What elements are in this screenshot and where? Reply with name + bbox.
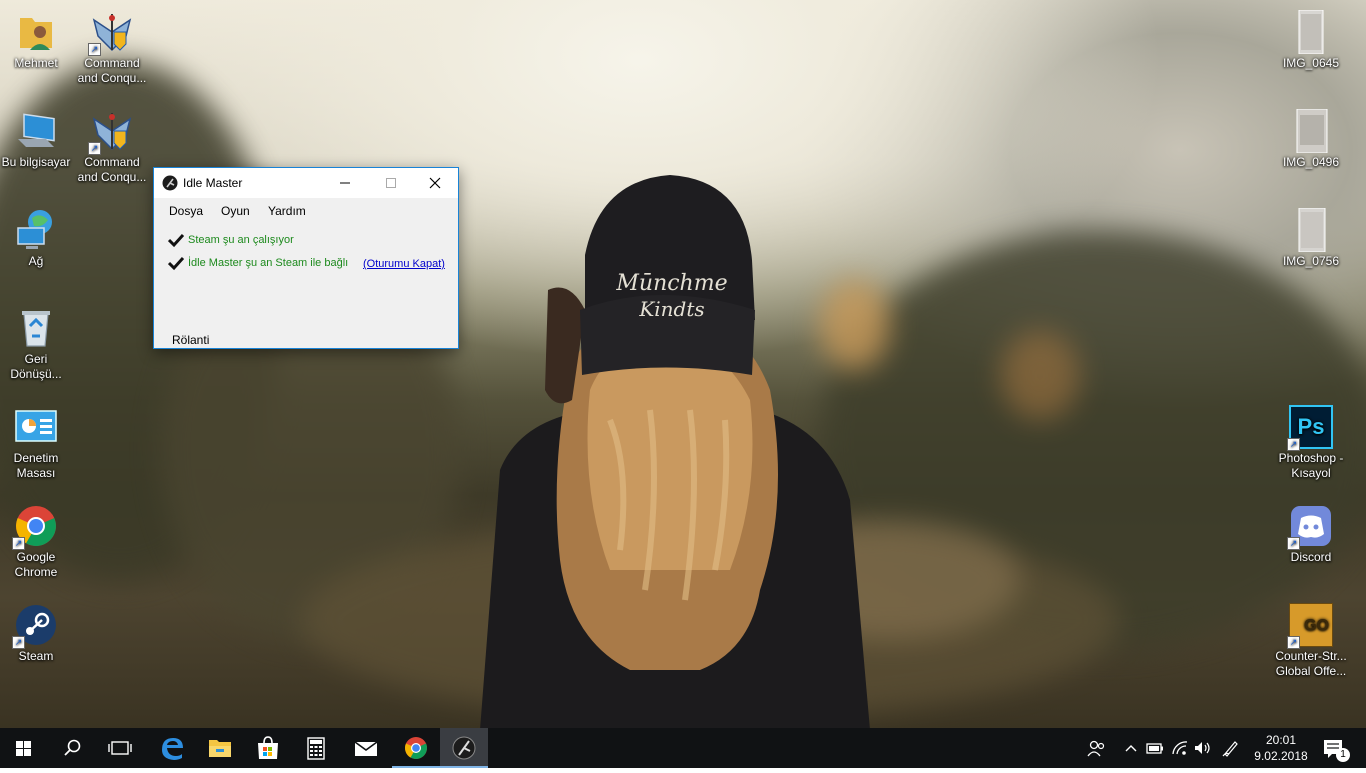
desktop-icon-ag[interactable]: Ağ xyxy=(0,208,74,269)
desktop-icon-img-0756[interactable]: IMG_0756 xyxy=(1273,207,1349,269)
photoshop-icon: Ps ↗ xyxy=(1287,405,1333,451)
task-view-button[interactable] xyxy=(96,728,144,768)
desktop-icon-bu-bilgisayar[interactable]: Bu bilgisayar xyxy=(0,109,74,170)
taskbar-store[interactable] xyxy=(244,728,292,768)
svg-text:Mūnchme: Mūnchme xyxy=(615,271,727,296)
clock-date: 9.02.2018 xyxy=(1254,749,1308,763)
desktop-icon-mehmet[interactable]: Mehmet xyxy=(0,10,74,71)
shortcut-arrow-icon: ↗ xyxy=(1287,636,1300,649)
taskbar-idle-master[interactable] xyxy=(440,728,488,768)
close-button[interactable] xyxy=(412,168,458,198)
image-file-icon xyxy=(1289,207,1333,253)
shortcut-arrow-icon: ↗ xyxy=(88,43,101,56)
steam-icon: ↗ xyxy=(12,603,58,649)
clock-time: 20:01 xyxy=(1265,733,1297,747)
csgo-icon: GO ↗ xyxy=(1287,603,1333,649)
file-explorer-icon xyxy=(209,740,231,757)
store-icon xyxy=(258,736,278,759)
start-button[interactable] xyxy=(0,728,48,768)
chrome-icon xyxy=(405,737,427,759)
checkmark-icon xyxy=(168,233,184,248)
desktop-icon-discord[interactable]: ↗ Discord xyxy=(1273,504,1349,565)
desktop-icon-geri-donusum[interactable]: Geri Dönüşü... xyxy=(0,306,74,382)
idle-master-app-icon xyxy=(162,175,178,191)
clock[interactable]: 20:01 9.02.2018 xyxy=(1250,732,1312,764)
taskbar-edge[interactable] xyxy=(148,728,196,768)
search-icon xyxy=(64,739,81,756)
window-title: Idle Master xyxy=(183,176,243,190)
desktop-icon-counter-strike[interactable]: GO ↗ Counter-Str... Global Offe... xyxy=(1273,603,1349,679)
command-and-conquer-icon: ↗ xyxy=(88,10,134,56)
action-center-button[interactable]: 1 xyxy=(1318,728,1358,768)
menu-dosya[interactable]: Dosya xyxy=(169,204,203,218)
image-file-icon xyxy=(1289,108,1333,154)
control-panel-icon xyxy=(14,405,58,449)
person-with-cap-photo: Mūnchme Kindts xyxy=(480,175,870,728)
notification-icon xyxy=(1324,740,1342,758)
volume-icon[interactable] xyxy=(1192,738,1212,758)
pen-workspace-icon[interactable] xyxy=(1221,738,1241,758)
taskbar-file-explorer[interactable] xyxy=(196,728,244,768)
shortcut-arrow-icon: ↗ xyxy=(12,537,25,550)
task-view-icon xyxy=(108,741,132,755)
desktop-icon-denetim-masasi[interactable]: Denetim Masası xyxy=(0,405,74,481)
search-button[interactable] xyxy=(48,728,96,768)
svg-text:Kindts: Kindts xyxy=(638,297,704,321)
computer-icon xyxy=(14,109,58,153)
calculator-icon xyxy=(307,737,325,760)
recycle-bin-icon xyxy=(14,306,58,350)
menu-oyun[interactable]: Oyun xyxy=(221,204,250,218)
minimize-button[interactable] xyxy=(322,168,368,198)
desktop-icon-img-0645[interactable]: IMG_0645 xyxy=(1273,9,1349,71)
mail-icon xyxy=(354,741,378,756)
taskbar-mail[interactable] xyxy=(342,728,390,768)
menu-yardim[interactable]: Yardım xyxy=(268,204,306,218)
edge-icon xyxy=(162,738,183,760)
checkmark-icon xyxy=(168,256,184,271)
maximize-button[interactable] xyxy=(368,168,414,198)
shortcut-arrow-icon: ↗ xyxy=(1287,537,1300,550)
notification-count-badge: 1 xyxy=(1336,748,1350,762)
image-file-icon xyxy=(1289,9,1333,55)
desktop-icon-google-chrome[interactable]: ↗ Google Chrome xyxy=(0,504,74,580)
shortcut-arrow-icon: ↗ xyxy=(12,636,25,649)
taskbar: 20:01 9.02.2018 1 xyxy=(0,728,1366,768)
windows-start-icon xyxy=(16,741,31,756)
shortcut-arrow-icon: ↗ xyxy=(88,142,101,155)
idle-master-icon xyxy=(452,736,476,760)
desktop-wallpaper: Mūnchme Kindts xyxy=(0,0,1366,728)
desktop-icon-img-0496[interactable]: IMG_0496 xyxy=(1273,108,1349,170)
battery-icon[interactable] xyxy=(1145,738,1165,758)
title-bar[interactable]: Idle Master xyxy=(154,168,458,198)
discord-icon: ↗ xyxy=(1287,504,1333,550)
menu-bar: Dosya Oyun Yardım xyxy=(154,198,458,220)
shortcut-arrow-icon: ↗ xyxy=(1287,438,1300,451)
people-icon[interactable] xyxy=(1086,738,1106,758)
idle-master-window[interactable]: Idle Master Dosya Oyun Yardım Steam şu a… xyxy=(153,167,459,349)
logout-link[interactable]: (Oturumu Kapat) xyxy=(363,258,445,270)
network-icon xyxy=(14,208,58,252)
taskbar-chrome[interactable] xyxy=(392,728,440,768)
show-hidden-icons-chevron-icon[interactable] xyxy=(1121,738,1141,758)
desktop-icon-command-and-conquer-1[interactable]: ↗ Command and Conqu... xyxy=(74,10,150,86)
wifi-icon[interactable] xyxy=(1170,738,1190,758)
command-and-conquer-icon: ↗ xyxy=(88,109,134,155)
desktop-icon-photoshop[interactable]: Ps ↗ Photoshop - Kısayol xyxy=(1273,405,1349,481)
user-folder-icon xyxy=(14,10,58,54)
taskbar-calculator[interactable] xyxy=(292,728,340,768)
chrome-icon: ↗ xyxy=(12,504,58,550)
desktop-icon-steam[interactable]: ↗ Steam xyxy=(0,603,74,664)
idle-status-label: Rölanti xyxy=(172,333,210,347)
desktop-icon-command-and-conquer-2[interactable]: ↗ Command and Conqu... xyxy=(74,109,150,185)
